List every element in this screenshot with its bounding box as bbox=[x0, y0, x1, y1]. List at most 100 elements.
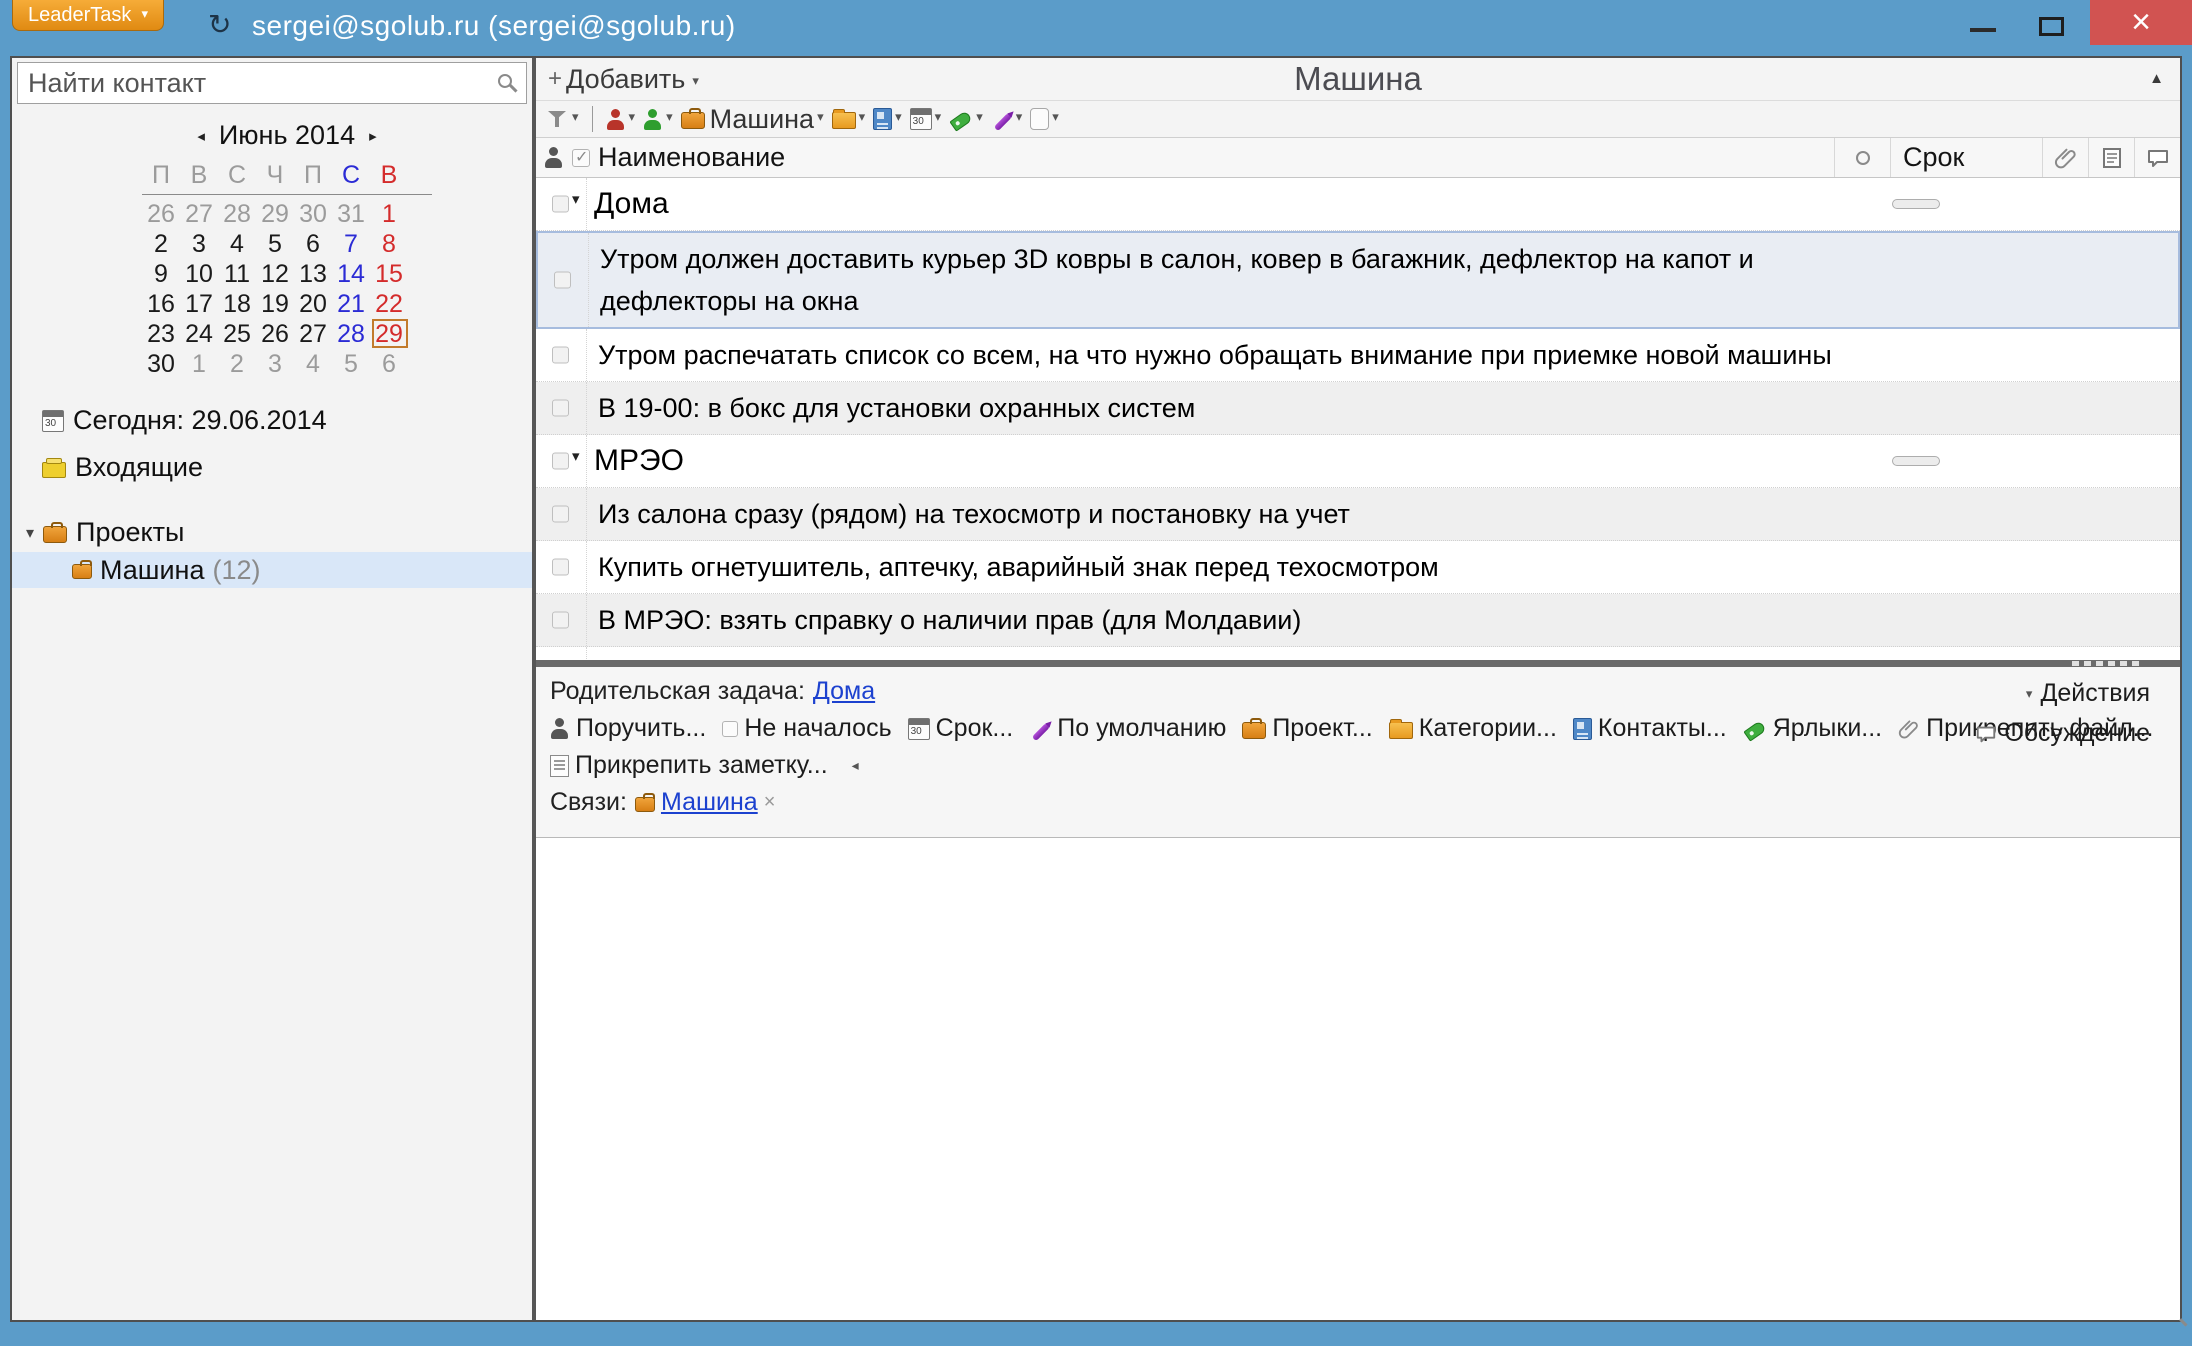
calendar-day[interactable]: 27 bbox=[180, 199, 218, 229]
parent-task-link[interactable]: Дома bbox=[813, 677, 875, 706]
task-row[interactable]: Из салона сразу (рядом) на техосмотр и п… bbox=[536, 488, 2180, 541]
collapse-icon[interactable]: ▾ bbox=[572, 190, 580, 208]
calendar-day[interactable]: 14 bbox=[332, 259, 370, 289]
task-row[interactable]: Утром должен доставить курьер 3D ковры в… bbox=[536, 231, 2180, 329]
task-checkbox[interactable] bbox=[552, 506, 569, 523]
task-checkbox[interactable] bbox=[552, 453, 569, 470]
discussion-button[interactable]: Обсуждение bbox=[1975, 719, 2150, 748]
task-row[interactable]: В МРЭО: взять справку о наличии прав (дл… bbox=[536, 594, 2180, 647]
assignee-filter-button[interactable] bbox=[603, 109, 639, 130]
due-column-header[interactable]: Срок bbox=[1890, 138, 2042, 177]
labels-filter-button[interactable] bbox=[946, 109, 986, 129]
note-area[interactable] bbox=[536, 838, 2180, 1320]
scroll-up-icon[interactable]: ▲ bbox=[2149, 70, 2164, 87]
calendar-day[interactable]: 28 bbox=[332, 319, 370, 349]
category-filter-button[interactable] bbox=[829, 109, 869, 129]
calendar-day[interactable]: 26 bbox=[142, 199, 180, 229]
group-handle-icon[interactable] bbox=[1892, 456, 1940, 466]
task-row[interactable]: Утром распечатать список со всем, на что… bbox=[536, 329, 2180, 382]
collapse-icon[interactable]: ▾ bbox=[572, 447, 580, 465]
performer-filter-button[interactable] bbox=[640, 109, 676, 130]
calendar-day[interactable]: 28 bbox=[218, 199, 256, 229]
discussion-column-header[interactable] bbox=[2134, 138, 2180, 177]
calendar-day[interactable]: 18 bbox=[218, 289, 256, 319]
calendar-day[interactable]: 31 bbox=[332, 199, 370, 229]
assign-button[interactable]: Поручить... bbox=[550, 714, 706, 743]
search-icon[interactable] bbox=[498, 74, 512, 88]
add-task-button[interactable]: + Добавить bbox=[548, 64, 699, 95]
calendar-day[interactable]: 5 bbox=[332, 349, 370, 379]
calendar-day[interactable]: 29 bbox=[370, 319, 408, 349]
task-row[interactable]: Купить огнетушитель, аптечку, аварийный … bbox=[536, 541, 2180, 594]
calendar-day[interactable]: 30 bbox=[294, 199, 332, 229]
list-search-button[interactable] bbox=[1834, 138, 1890, 177]
contacts-button[interactable]: Контакты... bbox=[1573, 714, 1727, 743]
calendar-day[interactable]: 8 bbox=[370, 229, 408, 259]
categories-button[interactable]: Категории... bbox=[1389, 714, 1557, 743]
calendar-day[interactable]: 26 bbox=[256, 319, 294, 349]
attach-note-button[interactable]: Прикрепить заметку... bbox=[550, 751, 828, 780]
close-button[interactable]: × bbox=[2090, 0, 2192, 45]
date-filter-button[interactable] bbox=[907, 108, 945, 130]
group-handle-icon[interactable] bbox=[1892, 199, 1940, 209]
group-row[interactable]: ▾Автосалон bbox=[536, 647, 2180, 660]
calendar-day[interactable]: 6 bbox=[370, 349, 408, 379]
attachment-column-header[interactable] bbox=[2042, 138, 2088, 177]
task-checkbox[interactable] bbox=[552, 400, 569, 417]
labels-button[interactable]: Ярлыки... bbox=[1743, 714, 1882, 743]
collapse-left-icon[interactable]: ◂ bbox=[852, 757, 859, 774]
contact-search-input[interactable] bbox=[18, 63, 526, 103]
task-checkbox[interactable] bbox=[552, 559, 569, 576]
splitter-handle-icon[interactable] bbox=[2072, 661, 2142, 666]
due-date-button[interactable]: Срок... bbox=[908, 714, 1014, 743]
calendar-day[interactable]: 9 bbox=[142, 259, 180, 289]
status-button[interactable]: Не началось bbox=[722, 714, 891, 743]
calendar-day[interactable]: 15 bbox=[370, 259, 408, 289]
sidebar-item-inbox[interactable]: Входящие bbox=[42, 452, 532, 483]
calendar-day[interactable]: 22 bbox=[370, 289, 408, 319]
task-checkbox[interactable] bbox=[552, 612, 569, 629]
calendar-day[interactable]: 24 bbox=[180, 319, 218, 349]
leadertask-menu-button[interactable]: LeaderTask bbox=[12, 0, 164, 31]
expand-arrow-icon[interactable]: ▾ bbox=[26, 523, 34, 543]
calendar-day[interactable]: 1 bbox=[370, 199, 408, 229]
remove-link-icon[interactable]: × bbox=[764, 791, 776, 814]
calendar-day[interactable]: 17 bbox=[180, 289, 218, 319]
calendar-day[interactable]: 12 bbox=[256, 259, 294, 289]
calendar-day[interactable]: 25 bbox=[218, 319, 256, 349]
calendar-day[interactable]: 3 bbox=[180, 229, 218, 259]
project-selector-button[interactable]: Машина bbox=[678, 104, 827, 135]
header-checkbox[interactable] bbox=[572, 149, 590, 167]
calendar-day[interactable]: 20 bbox=[294, 289, 332, 319]
splitter[interactable] bbox=[536, 660, 2180, 667]
calendar-day[interactable]: 4 bbox=[218, 229, 256, 259]
maximize-button[interactable] bbox=[2039, 17, 2064, 36]
calendar-day[interactable]: 5 bbox=[256, 229, 294, 259]
contacts-filter-button[interactable] bbox=[870, 108, 905, 130]
calendar-day[interactable]: 4 bbox=[294, 349, 332, 379]
actions-menu-button[interactable]: Действия bbox=[2026, 679, 2150, 708]
marker-filter-button[interactable] bbox=[988, 109, 1026, 129]
calendar-day[interactable]: 3 bbox=[256, 349, 294, 379]
sync-icon[interactable]: ↻ bbox=[208, 8, 231, 41]
calendar-day[interactable]: 27 bbox=[294, 319, 332, 349]
link-project-mashina[interactable]: Машина bbox=[635, 788, 758, 817]
calendar-day[interactable]: 2 bbox=[218, 349, 256, 379]
task-row[interactable]: В 19-00: в бокс для установки охранных с… bbox=[536, 382, 2180, 435]
filter-button[interactable] bbox=[544, 108, 582, 130]
calendar-day[interactable]: 29 bbox=[256, 199, 294, 229]
sidebar-item-projects[interactable]: ▾ Проекты bbox=[26, 517, 532, 548]
name-column-header[interactable]: Наименование bbox=[536, 142, 1834, 173]
color-filter-button[interactable] bbox=[1027, 108, 1062, 130]
calendar-day[interactable]: 7 bbox=[332, 229, 370, 259]
calendar-day[interactable]: 11 bbox=[218, 259, 256, 289]
calendar-prev-button[interactable] bbox=[191, 127, 211, 145]
task-checkbox[interactable] bbox=[552, 347, 569, 364]
status-checkbox[interactable] bbox=[722, 721, 738, 737]
group-row[interactable]: ▾МРЭО bbox=[536, 435, 2180, 488]
calendar-day[interactable]: 6 bbox=[294, 229, 332, 259]
sidebar-item-today[interactable]: Сегодня: 29.06.2014 bbox=[42, 405, 532, 436]
calendar-day[interactable]: 30 bbox=[142, 349, 180, 379]
project-button[interactable]: Проект... bbox=[1242, 714, 1372, 743]
calendar-day[interactable]: 1 bbox=[180, 349, 218, 379]
